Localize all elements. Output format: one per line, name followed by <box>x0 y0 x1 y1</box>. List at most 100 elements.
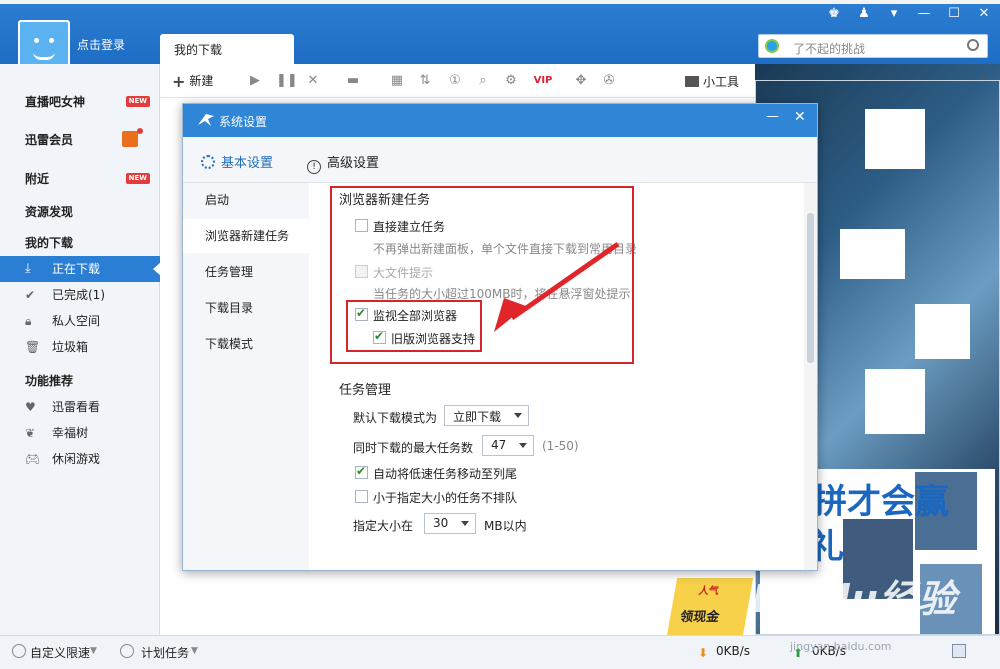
avatar-mouth <box>33 52 55 60</box>
sidebar-item-discover[interactable]: 资源发现 <box>0 199 160 225</box>
nav-download-dir[interactable]: 下载目录 <box>183 291 309 325</box>
gamepad-icon[interactable]: ✥ <box>574 74 588 88</box>
watermark-url: jingyan.baidu.com <box>790 640 892 653</box>
user-icon[interactable]: ♟ <box>856 6 872 21</box>
sidebar-item-label: 已完成(1) <box>52 288 105 302</box>
sidebar-item-label: 功能推荐 <box>25 374 74 388</box>
max-tasks-label: 同时下载的最大任务数 <box>353 441 474 455</box>
search-input[interactable]: 了不起的挑战 <box>793 40 865 57</box>
dialog-titlebar: 系统设置 — ✕ <box>183 104 817 137</box>
tools-label: 小工具 <box>703 75 740 89</box>
skin-icon[interactable]: ♚ <box>826 6 842 21</box>
sidebar-item-downloading[interactable]: ⤓ 正在下载 <box>0 256 161 282</box>
search-icon[interactable]: ⌕ <box>476 74 490 88</box>
login-link[interactable]: 点击登录 <box>77 36 125 53</box>
sidebar-item-nearby[interactable]: 附近 NEW <box>0 166 160 192</box>
bird-logo-icon <box>198 114 214 126</box>
toolbox-icon <box>685 76 699 87</box>
delete-icon[interactable]: ✕ <box>306 74 320 88</box>
nav-browser-task[interactable]: 浏览器新建任务 <box>183 219 309 253</box>
tab-advanced-settings[interactable]: ! 高级设置 <box>307 152 379 174</box>
vip-icon[interactable]: VIP <box>532 74 554 88</box>
settings-nav: 启动 浏览器新建任务 任务管理 下载目录 下载模式 <box>183 183 309 570</box>
check-icon: ✔ <box>25 288 36 302</box>
nav-task-management[interactable]: 任务管理 <box>183 255 309 289</box>
new-badge: NEW <box>125 96 150 107</box>
scrollbar-thumb[interactable] <box>807 213 814 363</box>
sidebar-item-label: 幸福树 <box>52 426 89 440</box>
auto-move-label: 自动将低速任务移动至列尾 <box>373 467 518 481</box>
gift-icon <box>122 128 143 147</box>
annotation-box-monitor-options <box>346 300 482 352</box>
sidebar-item-label: 迅雷看看 <box>52 400 101 414</box>
size-select[interactable]: 30 <box>424 513 476 534</box>
sidebar-item-label: 我的下载 <box>25 236 74 250</box>
gear-icon <box>201 155 215 169</box>
sidebar-item-private-space[interactable]: 🔒︎ 私人空间 <box>0 308 160 334</box>
tab-basic-settings[interactable]: 基本设置 <box>201 152 273 171</box>
promo-text: 领现金 <box>678 610 721 625</box>
sidebar-item-live-goddess[interactable]: 直播吧女神 NEW <box>0 89 160 115</box>
sidebar-item-casual-games[interactable]: 🎮︎ 休闲游戏 <box>0 446 160 472</box>
leaf-icon: ❦ <box>25 426 36 440</box>
annotation-arrow-icon <box>494 241 620 332</box>
speed-mode-dropdown[interactable]: 自定义限速 <box>30 644 90 661</box>
sidebar-item-vip[interactable]: 迅雷会员 <box>0 127 160 153</box>
auto-move-checkbox[interactable] <box>355 464 368 479</box>
section-title-task: 任务管理 <box>339 383 392 398</box>
shield-icon <box>765 39 779 53</box>
sidebar-item-label: 垃圾箱 <box>52 340 89 354</box>
sidebar-item-completed[interactable]: ✔ 已完成(1) <box>0 282 160 308</box>
default-mode-label: 默认下载模式为 <box>353 411 438 425</box>
chevron-down-icon <box>519 443 527 448</box>
promo-badge[interactable]: 人气 领现金 <box>666 578 754 636</box>
sidebar-item-happy-tree[interactable]: ❦ 幸福树 <box>0 420 160 446</box>
plan-task-dropdown[interactable]: 计划任务 <box>141 644 189 661</box>
new-task-button[interactable]: + 新建 <box>172 72 213 91</box>
close-icon[interactable]: ✕ <box>976 6 992 21</box>
panel-toggle-icon[interactable] <box>952 644 966 658</box>
grid-icon[interactable]: ▦ <box>390 74 404 88</box>
no-queue-small-checkbox[interactable] <box>355 490 368 503</box>
pause-icon[interactable]: ❚❚ <box>276 74 298 88</box>
sidebar-item-xunlei-kankan[interactable]: ♥ 迅雷看看 <box>0 394 160 420</box>
nav-startup[interactable]: 启动 <box>183 183 309 217</box>
play-icon[interactable]: ▶ <box>248 74 262 88</box>
tools-button[interactable]: 小工具 <box>685 73 739 90</box>
minimize-icon[interactable]: — <box>766 109 779 124</box>
sort-icon[interactable]: ⇅ <box>418 74 432 88</box>
avatar-eye <box>49 38 54 43</box>
search-icon[interactable] <box>967 39 979 51</box>
minimize-icon[interactable]: — <box>916 6 932 21</box>
new-label: 新建 <box>189 74 214 88</box>
chevron-down-icon[interactable]: ▼ <box>191 646 198 656</box>
default-mode-select[interactable]: 立即下载 <box>444 405 529 426</box>
title-bar: 点击登录 ♚ ♟ ▾ — ☐ ✕ 我的下载 了不起的挑战 <box>0 0 1000 72</box>
no-queue-small-label: 小于指定大小的任务不排队 <box>373 491 518 505</box>
max-tasks-range: (1-50) <box>542 439 579 453</box>
folder-icon[interactable]: ▬ <box>346 74 360 88</box>
film-icon[interactable]: ✇ <box>602 74 616 88</box>
close-icon[interactable]: ✕ <box>794 109 806 125</box>
settings-scrollbar[interactable] <box>804 183 817 570</box>
number-icon[interactable]: ① <box>448 74 462 88</box>
search-box[interactable]: 了不起的挑战 <box>758 34 988 58</box>
sidebar-item-label: 直播吧女神 <box>25 95 86 109</box>
tab-my-downloads[interactable]: 我的下载 <box>160 34 294 66</box>
sidebar-item-trash[interactable]: 🗑︎ 垃圾箱 <box>0 334 160 360</box>
max-tasks-select[interactable]: 47 <box>482 435 534 456</box>
speed-mode-icon <box>12 644 26 658</box>
sidebar: 直播吧女神 NEW 迅雷会员 附近 NEW 资源发现 我的下载 ⤓ 正在下载 ✔… <box>0 64 161 635</box>
menu-icon[interactable]: ▾ <box>886 6 902 21</box>
gear-icon[interactable]: ⚙ <box>504 74 518 88</box>
chevron-down-icon[interactable]: ▼ <box>90 646 97 656</box>
nav-download-mode[interactable]: 下载模式 <box>183 327 309 361</box>
select-value: 30 <box>433 516 449 530</box>
info-icon: ! <box>307 160 321 174</box>
download-speed-icon: ⬇ <box>698 646 709 660</box>
size-label: 指定大小在 <box>353 519 414 533</box>
size-unit: MB以内 <box>484 519 527 533</box>
select-value: 立即下载 <box>453 410 502 424</box>
download-icon: ⤓ <box>25 261 31 276</box>
maximize-icon[interactable]: ☐ <box>946 6 962 21</box>
